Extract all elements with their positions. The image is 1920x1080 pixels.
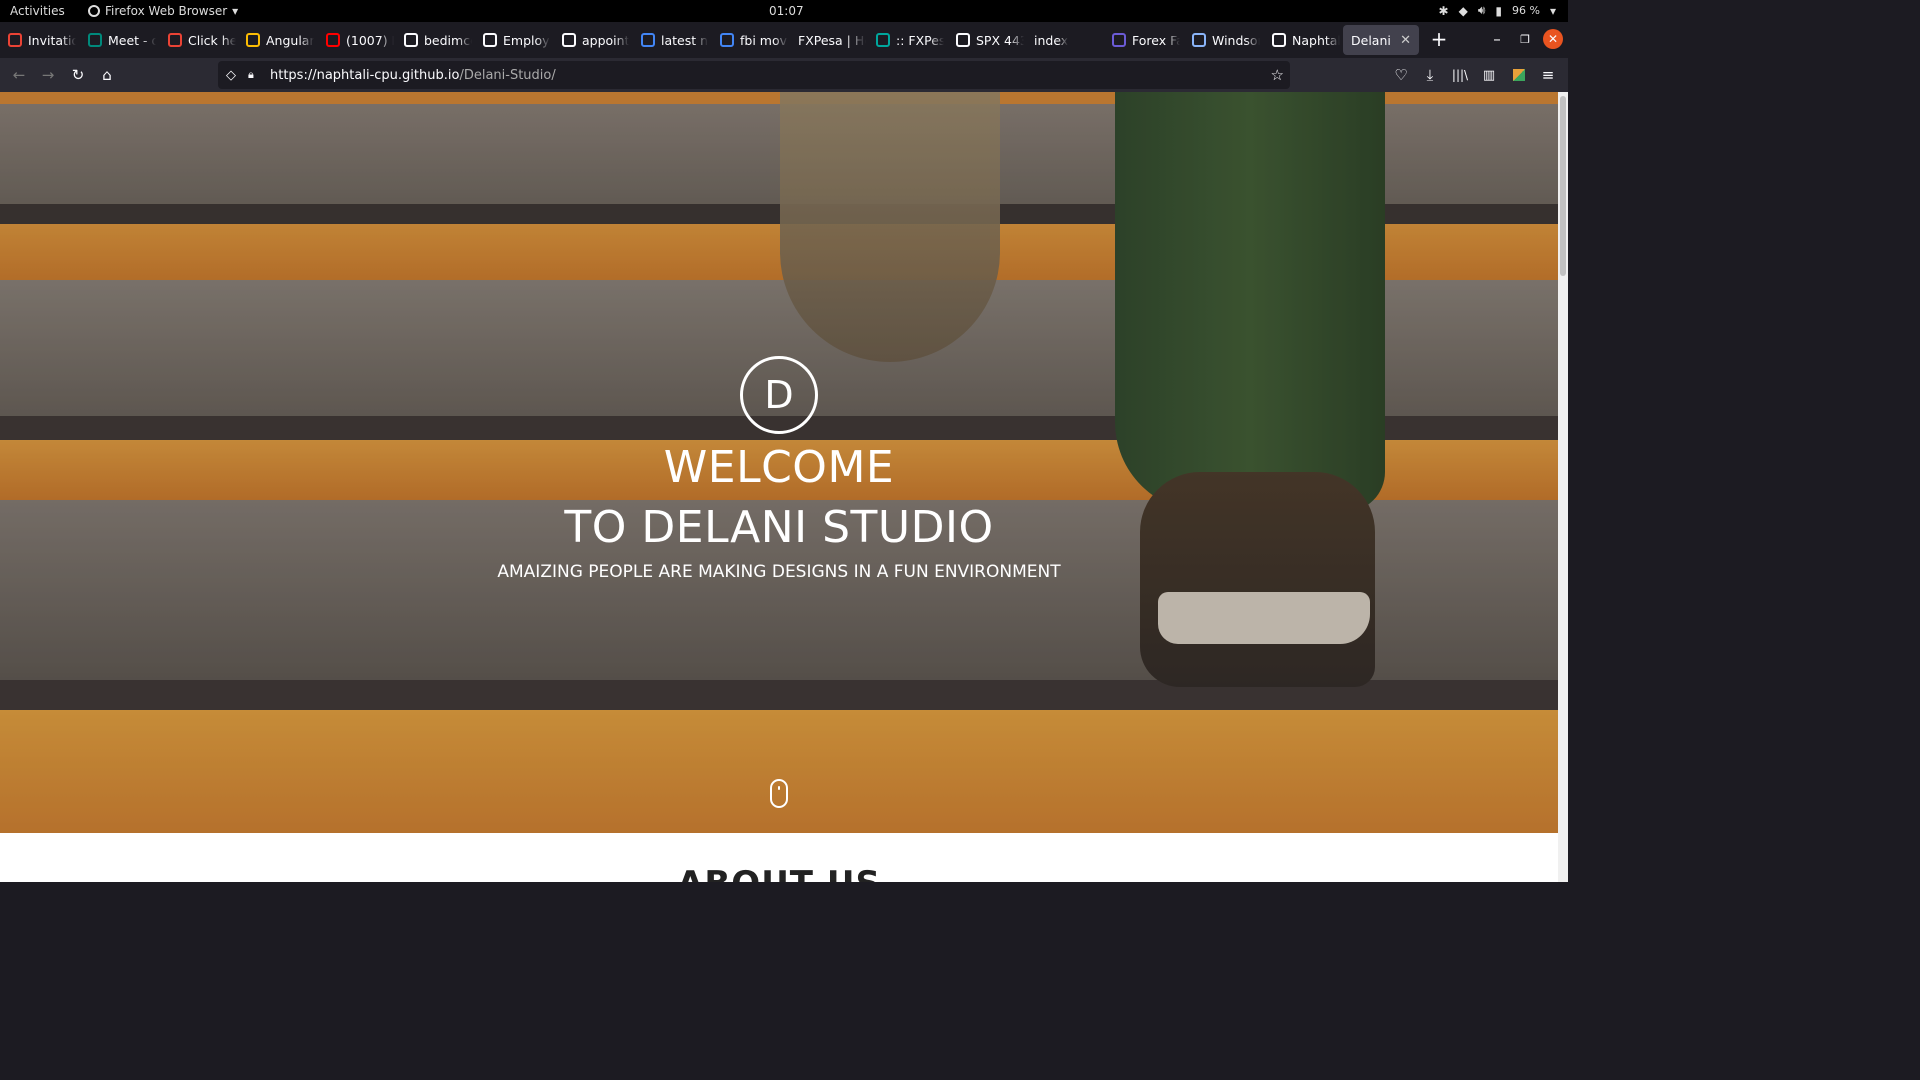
tab-strip: Invitatio Meet - q Click he Angular (1007) F… <box>0 22 1568 58</box>
shield-icon[interactable]: ◇ <box>226 68 240 83</box>
network-icon: ✱ <box>1438 3 1449 18</box>
app-menu[interactable]: Firefox Web Browser ▾ <box>88 4 238 18</box>
tab-label: Angular <box>266 32 314 48</box>
restore-button[interactable]: ❐ <box>1514 28 1536 50</box>
hero-subtitle: AMAIZING PEOPLE ARE MAKING DESIGNS IN A … <box>497 562 1061 582</box>
tab-label: Naphtal <box>1292 32 1340 48</box>
tab-5[interactable]: bedimcc <box>396 25 472 55</box>
tab-label: Click he <box>188 32 236 48</box>
tab-label: index <box>1034 32 1069 48</box>
tab-9[interactable]: fbi movi <box>712 25 788 55</box>
tab-label: (1007) F <box>346 32 394 48</box>
wifi-icon: ◆ <box>1458 3 1468 18</box>
github-icon <box>1272 33 1286 47</box>
pocket-icon[interactable]: ♡ <box>1390 64 1412 86</box>
tab-label: bedimcc <box>424 32 472 48</box>
activities-button[interactable]: Activities <box>10 4 65 18</box>
system-top-bar: Activities Firefox Web Browser ▾ 01:07 ✱… <box>0 0 1568 22</box>
back-button[interactable]: ← <box>8 64 30 86</box>
page-viewport: D WELCOME TO DELANI STUDIO AMAIZING PEOP… <box>0 92 1558 882</box>
close-window-button[interactable]: ✕ <box>1543 29 1563 49</box>
system-tray[interactable]: ✱ ◆ 🔊︎ ▮ 96 % ▾ <box>1439 3 1556 18</box>
extension-icon[interactable] <box>1508 64 1530 86</box>
bookmark-star-icon[interactable]: ☆ <box>1271 66 1284 84</box>
about-us-heading: ABOUT US <box>0 864 1558 882</box>
github-icon <box>404 33 418 47</box>
fxpesa-icon <box>876 33 890 47</box>
hero-title-line1: WELCOME <box>663 442 895 493</box>
drive-icon <box>246 33 260 47</box>
url-host: https://naphtali-cpu.github.io <box>270 67 460 83</box>
close-tab-icon[interactable]: ✕ <box>1400 33 1411 48</box>
battery-level: 96 % <box>1512 4 1540 17</box>
tab-3[interactable]: Angular <box>238 25 314 55</box>
navigation-toolbar: ← → ↻ ⌂ ◇ 🔒︎ https://naphtali-cpu.github… <box>0 58 1568 92</box>
app-name: Firefox Web Browser <box>105 4 228 18</box>
tab-label: Meet - q <box>108 32 156 48</box>
tab-label: Delani <box>1351 32 1391 48</box>
url-path: /Delani-Studio/ <box>459 67 556 83</box>
tab-6[interactable]: Employ <box>475 25 551 55</box>
tab-10[interactable]: FXPesa | He <box>790 25 866 55</box>
tab-4[interactable]: (1007) F <box>318 25 394 55</box>
tab-label: Invitatio <box>28 32 76 48</box>
gmail-icon <box>168 33 182 47</box>
tab-14[interactable]: Forex Fa <box>1104 25 1180 55</box>
clock[interactable]: 01:07 <box>769 4 804 18</box>
url-bar[interactable]: ◇ 🔒︎ https://naphtali-cpu.github.io/Dela… <box>218 61 1290 89</box>
tab-12[interactable]: SPX 443 <box>948 25 1024 55</box>
tab-17[interactable]: Delani ✕ <box>1343 25 1419 55</box>
forex-icon <box>1112 33 1126 47</box>
tab-13[interactable]: index <box>1026 25 1102 55</box>
chevron-down-icon: ▾ <box>232 4 239 18</box>
github-icon <box>562 33 576 47</box>
scrollbar-thumb[interactable] <box>1560 96 1566 276</box>
hero-section: D WELCOME TO DELANI STUDIO AMAIZING PEOP… <box>0 92 1558 833</box>
tab-2[interactable]: Click he <box>160 25 236 55</box>
tab-label: fbi movi <box>740 32 788 48</box>
hero-title-line2: TO DELANI STUDIO <box>564 502 994 553</box>
google-icon <box>720 33 734 47</box>
tab-label: Windsor <box>1212 32 1260 48</box>
google-icon <box>641 33 655 47</box>
downloads-icon[interactable]: ⤓ <box>1419 64 1441 86</box>
menu-icon[interactable]: ≡ <box>1537 64 1559 86</box>
forward-button[interactable]: → <box>37 64 59 86</box>
lock-icon[interactable]: 🔒︎ <box>248 68 262 82</box>
new-tab-button[interactable]: + <box>1428 27 1450 51</box>
reload-button[interactable]: ↻ <box>67 64 89 86</box>
tab-11[interactable]: :: FXPes <box>868 25 944 55</box>
chevron-down-icon: ▾ <box>1549 3 1556 18</box>
tab-8[interactable]: latest n <box>633 25 709 55</box>
minimize-button[interactable]: – <box>1486 28 1508 50</box>
page-scrollbar[interactable] <box>1558 92 1568 882</box>
library-icon[interactable]: |||\ <box>1449 64 1471 86</box>
tab-label: Forex Fa <box>1132 32 1180 48</box>
tab-label: :: FXPes <box>896 32 944 48</box>
volume-icon: 🔊︎ <box>1477 3 1486 17</box>
logo-badge: D <box>740 356 818 434</box>
home-button[interactable]: ⌂ <box>96 64 118 86</box>
tab-label: appoint <box>582 32 630 48</box>
battery-icon: ▮ <box>1495 3 1503 18</box>
sidebar-icon[interactable]: ▥ <box>1478 64 1500 86</box>
youtube-icon <box>326 33 340 47</box>
scroll-down-icon[interactable] <box>770 779 788 808</box>
meet-icon <box>88 33 102 47</box>
tab-label: Employ <box>503 32 550 48</box>
gmail-icon <box>8 33 22 47</box>
tradingview-icon <box>956 33 970 47</box>
windsor-icon <box>1192 33 1206 47</box>
tab-label: latest n <box>661 32 709 48</box>
tab-7[interactable]: appoint <box>554 25 630 55</box>
firefox-icon <box>88 5 100 17</box>
github-icon <box>483 33 497 47</box>
tab-1[interactable]: Meet - q <box>80 25 156 55</box>
tab-label: SPX 443 <box>976 32 1024 48</box>
tab-16[interactable]: Naphtal <box>1264 25 1340 55</box>
tab-15[interactable]: Windsor <box>1184 25 1260 55</box>
tab-0[interactable]: Invitatio <box>0 25 76 55</box>
tab-label: FXPesa | He <box>798 32 866 48</box>
